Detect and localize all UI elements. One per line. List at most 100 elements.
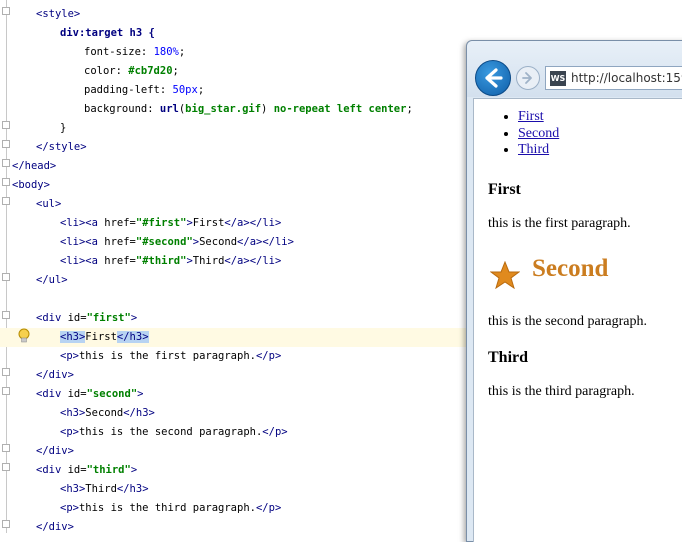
code-token: url [159,103,179,115]
code-token: First [192,217,225,229]
code-token: </h3> [116,331,149,343]
code-token: <style> [36,8,81,20]
code-token: "#first" [135,217,187,229]
address-bar[interactable]: WS http://localhost:159 [545,66,682,90]
code-token: <ul> [36,198,62,210]
code-token: Third [85,483,117,495]
code-token: id= [67,312,87,324]
heading-second-text: Second [532,255,609,282]
code-token: id= [67,388,87,400]
code-token: Second [85,407,124,419]
star-icon [490,261,520,289]
code-token: "#second" [135,236,193,248]
code-line-text: </style> [36,138,87,157]
code-token: <h3> [60,331,86,343]
back-button[interactable] [475,60,511,96]
page-viewport: First Second Third First this is the fir… [473,98,682,542]
code-token: :target h3 { [78,27,155,39]
code-token: </a> [237,236,263,248]
code-token: href= [104,217,136,229]
code-line-text: <ul> [36,195,61,214]
code-line-text: <li><a href="#second">Second</a></li> [60,233,294,252]
code-line-text: </div> [36,366,74,385]
code-token: "second" [86,388,138,400]
paragraph-third: this is the third paragraph. [488,384,635,399]
code-token: this is the first paragraph. [78,350,256,362]
lightbulb-icon[interactable] [18,328,30,344]
link-first[interactable]: First [518,109,544,124]
code-token: <div [36,464,68,476]
code-token: ; [406,103,413,115]
code-token: </li> [262,236,294,248]
code-token: </p> [255,350,282,362]
code-token: <h3> [60,483,86,495]
site-favicon: WS [550,71,566,86]
forward-button[interactable] [516,66,540,90]
code-token: : [115,65,129,77]
code-token: 180% [153,46,179,58]
code-line-text: <h3>First</h3> [60,328,149,347]
arrow-right-icon [522,72,532,84]
link-third[interactable]: Third [518,142,549,157]
code-token: </div> [36,521,74,533]
code-token: ; [172,65,179,77]
code-token: </a> [224,255,250,267]
heading-first: First [488,181,521,198]
paragraph-second: this is the second paragraph. [488,314,648,329]
code-token: </li> [249,255,282,267]
code-token: : [140,46,154,58]
code-token: <p> [60,502,79,514]
code-token: ; [197,84,205,96]
code-token: <p> [60,426,79,438]
code-line-text: <div id="first"> [36,309,137,328]
code-token: > [130,464,138,476]
link-second[interactable]: Second [518,126,559,141]
code-token: 50px [172,84,198,96]
link-list: First Second Third [474,109,559,159]
code-line-text: <li><a href="#third">Third</a></li> [60,252,281,271]
code-token: this is the third paragraph. [78,502,256,514]
code-token: > [137,388,144,400]
code-token: </head> [12,160,57,172]
paragraph-first: this is the first paragraph. [488,216,631,231]
code-token: } [60,122,67,134]
url-text: http://localhost:159 [571,71,682,85]
code-token: </style> [36,141,87,153]
code-token: : [147,103,160,115]
code-token: </ul> [36,274,68,286]
code-token: "#third" [135,255,187,267]
code-token: <a [85,217,105,229]
code-line-text: background: url(big_star.gif) no-repeat … [84,100,413,119]
code-line-text: </ul> [36,271,68,290]
code-line-text: font-size: 180%; [84,43,185,62]
code-token: <body> [12,179,50,191]
heading-third: Third [488,349,529,366]
code-line-text: <div id="third"> [36,461,137,480]
code-token: <h3> [60,407,86,419]
code-token: Third [192,255,225,267]
code-token: </h3> [123,407,155,419]
code-token: this is the second paragraph. [78,426,263,438]
code-token: First [85,331,117,343]
code-line-text: </div> [36,442,74,461]
code-token: id= [67,464,87,476]
code-token: </div> [36,445,74,457]
code-line-text: <p>this is the first paragraph.</p> [60,347,281,366]
code-token: <li> [60,255,86,267]
code-token: Second [199,236,238,248]
code-token: </h3> [116,483,149,495]
code-line-text: <h3>Third</h3> [60,480,149,499]
code-line-text: </head> [12,157,56,176]
code-token: ) [261,103,274,115]
code-line-text: </div> [36,518,74,537]
code-token: div [60,27,79,39]
code-token: <li> [60,217,86,229]
code-line-text: <style> [36,5,80,24]
code-token: : [159,84,173,96]
code-token: </li> [249,217,282,229]
code-token: no-repeat left center [273,103,407,115]
code-line-text: <p>this is the third paragraph.</p> [60,499,281,518]
code-token: <div [36,388,68,400]
code-token: <a [85,255,105,267]
code-line-text: <body> [12,176,50,195]
